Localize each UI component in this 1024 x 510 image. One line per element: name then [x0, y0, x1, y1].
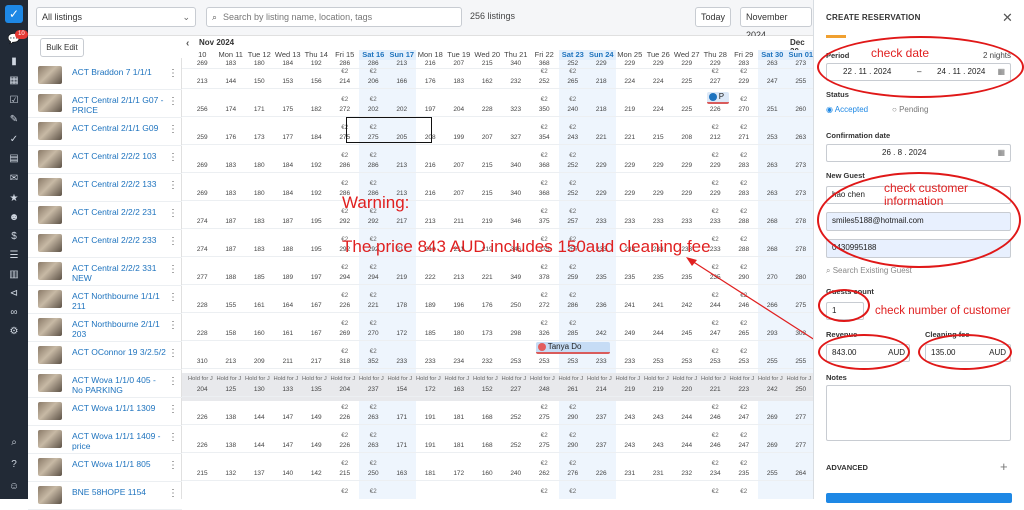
panel-title: CREATE RESERVATION — [826, 13, 921, 22]
notes-textarea[interactable] — [826, 385, 1011, 441]
create-reservation-panel: CREATE RESERVATION ✕ Period 2 nights 22 … — [813, 0, 1024, 503]
annotation-check-date: check date — [871, 46, 930, 60]
radio-unchecked-icon: ○ — [892, 105, 897, 114]
status-pending-label: Pending — [899, 105, 929, 114]
calendar-icon: ▦ — [997, 148, 1005, 157]
search-icon: ⌕ — [826, 266, 831, 275]
expand-plus-icon[interactable]: + — [1000, 459, 1008, 474]
close-icon[interactable]: ✕ — [1002, 10, 1013, 26]
status-accepted-radio[interactable]: ◉ Accepted — [826, 105, 868, 114]
annotation-check-number: check number of customer — [875, 305, 1011, 317]
notes-label: Notes — [826, 373, 847, 382]
status-accepted-label: Accepted — [834, 105, 869, 114]
confirmation-date-input[interactable]: 26 . 8 . 2024 ▦ — [826, 144, 1011, 162]
advanced-label[interactable]: ADVANCED — [826, 463, 868, 472]
count-highlight-ellipse — [818, 289, 870, 322]
cleaning-highlight-ellipse — [918, 334, 1012, 370]
search-guest-label: Search Existing Guest — [832, 266, 912, 275]
create-reservation-button[interactable] — [826, 493, 1012, 503]
radio-checked-icon: ◉ — [826, 105, 833, 114]
new-guest-label: New Guest — [826, 171, 865, 180]
revenue-highlight-ellipse — [818, 334, 910, 370]
search-guest-link[interactable]: ⌕ Search Existing Guest — [826, 266, 912, 276]
confirmation-label: Confirmation date — [826, 131, 891, 140]
annotation-check-customer: check customer information — [884, 181, 969, 208]
status-label: Status — [826, 90, 849, 99]
status-pending-radio[interactable]: ○ Pending — [892, 105, 928, 114]
accent-strip — [826, 35, 846, 38]
confirmation-date: 26 . 8 . 2024 — [882, 148, 927, 157]
